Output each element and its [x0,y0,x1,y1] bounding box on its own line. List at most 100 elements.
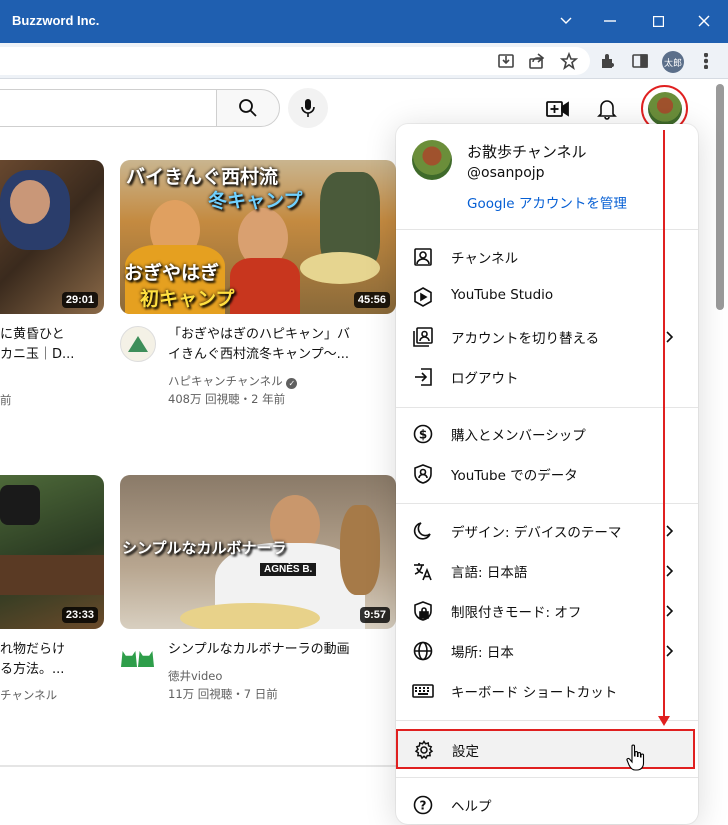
translate-icon [412,560,434,582]
menu-item-settings[interactable]: 設定 [396,729,695,769]
channel-avatar[interactable] [120,641,156,677]
video-stats: 408万 回視聴・2 年前 [168,392,286,406]
bell-icon [597,100,617,120]
menu-divider [396,720,698,721]
browser-profile-avatar[interactable]: 太郎 [662,51,684,73]
menu-item-youtube-studio[interactable]: YouTube Studio [396,277,698,317]
verified-icon: ✓ [286,378,298,389]
restricted-icon [412,600,434,622]
video-thumbnail[interactable]: 23:33 [0,475,104,629]
avatar [647,91,682,126]
video-meta: 前 [0,393,12,407]
menu-item-purchases[interactable]: $ 購入とメンバーシップ [396,414,698,454]
video-title-line: に黄昏ひと [0,327,65,342]
channel-name-label: ハピキャンチャンネル [168,374,283,388]
manage-account-link[interactable]: Google アカウントを管理 [467,192,627,212]
page-scrollbar[interactable] [712,80,728,820]
menu-item-label: アカウントを切り替える [451,331,600,347]
thumbnail-caption: おぎやはぎ [124,262,220,284]
menu-item-keyboard-shortcuts[interactable]: キーボード ショートカット [396,671,698,711]
menu-item-your-data[interactable]: YouTube でのデータ [396,454,698,494]
menu-item-label: キーボード ショートカット [451,685,618,701]
video-title-line: 「おぎやはぎのハピキャン」バ [168,327,351,342]
install-app-icon[interactable] [496,51,516,71]
menu-item-label: 言語: 日本語 [451,565,528,581]
close-icon[interactable] [684,6,724,36]
video-duration: 29:01 [61,292,98,308]
video-title-line: れ物だらけ [0,642,66,657]
annotation-arrow-line [663,130,665,719]
person-icon [412,246,434,268]
account-avatar [412,140,452,180]
menu-divider [396,503,698,504]
video-thumbnail[interactable]: バイきんぐ西村流 冬キャンプ おぎやはぎ 初キャンプ 45:56 [120,160,396,314]
search-input[interactable] [0,89,216,127]
bookmark-star-icon[interactable] [559,51,579,71]
menu-item-label: YouTube でのデータ [451,468,578,484]
create-video-button[interactable] [545,96,571,122]
video-title-line: イきんぐ西村流冬キャンプ〜... [168,347,350,362]
video-title[interactable]: シンプルなカルボナーラの動画 [168,640,378,660]
video-title[interactable]: に黄昏ひと カニ玉｜D... [0,325,74,365]
menu-item-label: ログアウト [451,371,519,387]
shield-person-icon [412,463,434,485]
video-title[interactable]: 「おぎやはぎのハピキャン」バ イきんぐ西村流冬キャンプ〜... [168,325,378,365]
share-icon[interactable] [527,51,547,71]
menu-divider [396,229,698,230]
notifications-button[interactable] [594,96,620,122]
section-divider [0,765,396,767]
video-duration: 23:33 [61,607,98,623]
video-duration: 9:57 [359,607,390,623]
shirt-logo-text: AGNÈS B. [260,563,317,576]
svg-text:$: $ [419,428,427,442]
menu-item-restricted-mode[interactable]: 制限付きモード: オフ [396,591,698,631]
chevron-right-icon [666,525,674,537]
video-stats: 11万 回視聴・7 日前 [168,687,278,701]
extensions-icon[interactable] [598,51,618,71]
studio-icon [412,286,434,308]
switch-account-icon [412,326,434,348]
menu-item-appearance[interactable]: デザイン: デバイスのテーマ [396,511,698,551]
logout-icon [412,366,434,388]
thumbnail-caption: バイきんぐ西村流 [126,166,279,188]
hand-cursor-icon [626,744,645,771]
browser-toolbar: 太郎 [0,43,728,79]
menu-item-label: 場所: 日本 [451,645,514,661]
help-icon: ? [412,794,434,816]
search-icon [239,99,257,117]
moon-icon [412,520,434,542]
video-title[interactable]: れ物だらけ る方法。... [0,640,65,680]
channel-name[interactable]: ハピキャンチャンネル ✓ [168,372,298,390]
menu-item-label: 購入とメンバーシップ [451,428,586,444]
chevron-down-icon[interactable] [546,6,586,36]
menu-item-language[interactable]: 言語: 日本語 [396,551,698,591]
search-button[interactable] [216,89,280,127]
minimize-icon[interactable] [590,6,630,36]
menu-item-label: チャンネル [451,251,519,267]
menu-item-logout[interactable]: ログアウト [396,357,698,397]
mic-icon [301,99,315,117]
channel-name[interactable]: 徳井video [168,667,222,685]
menu-item-switch-account[interactable]: アカウントを切り替える [396,317,698,357]
menu-item-label: 設定 [452,744,479,760]
menu-item-location[interactable]: 場所: 日本 [396,631,698,671]
video-thumbnail[interactable]: 29:01 [0,160,104,314]
account-handle: @osanpojp [467,165,545,181]
menu-item-label: YouTube Studio [451,287,554,303]
menu-item-channel[interactable]: チャンネル [396,237,698,277]
video-thumbnail[interactable]: シンプルなカルボナーラ AGNÈS B. 9:57 [120,475,396,629]
maximize-icon[interactable] [638,6,678,36]
menu-item-label: デザイン: デバイスのテーマ [451,525,622,541]
side-panel-icon[interactable] [630,51,650,71]
scrollbar-thumb[interactable] [716,84,724,310]
globe-icon [412,640,434,662]
voice-search-button[interactable] [288,88,328,128]
account-menu: お散歩チャンネル @osanpojp Google アカウントを管理 チャンネル… [396,124,698,824]
video-title-line: る方法。... [0,662,65,677]
menu-item-help[interactable]: ? ヘルプ [396,785,698,825]
video-title-line: カニ玉｜D... [0,347,75,362]
menu-divider [396,777,698,778]
more-vertical-icon[interactable] [696,51,716,71]
thumbnail-caption: 初キャンプ [140,288,235,310]
channel-avatar[interactable] [120,326,156,362]
